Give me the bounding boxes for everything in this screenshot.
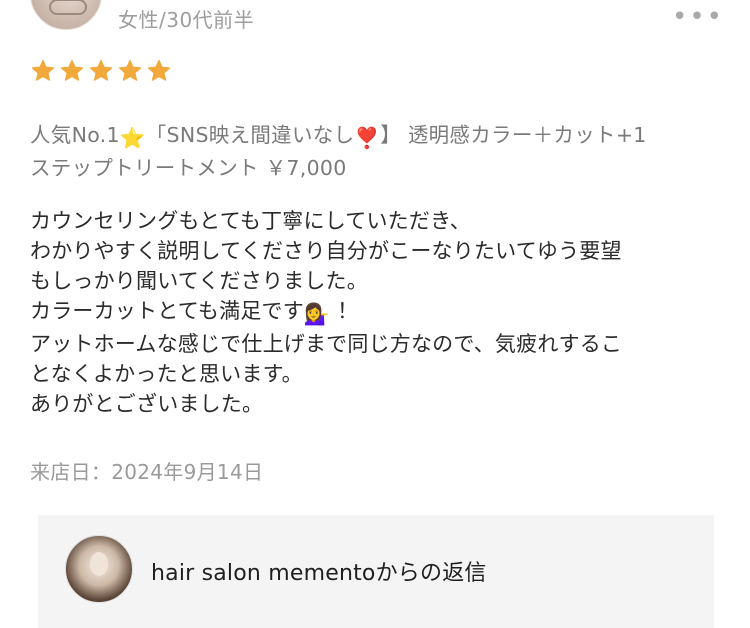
review-line: ありがとございました。 — [30, 392, 264, 416]
star-icon — [60, 59, 84, 81]
reply-title: hair salon mementoからの返信 — [151, 561, 487, 586]
salon-avatar — [65, 535, 133, 603]
menu-title-part1: 人気No.1 — [30, 123, 120, 147]
star-icon — [147, 59, 171, 81]
review-line: わかりやすく説明してくださり自分がこーなりたいてゆう要望 — [30, 239, 622, 263]
star-icon — [31, 59, 55, 81]
star-icon — [89, 59, 113, 81]
reviewer-meta: 女性/30代前半 — [118, 8, 255, 32]
review-line: アットホームな感じで仕上げまで同じ方なので、気疲れするこ — [30, 332, 623, 356]
star-icon — [118, 59, 142, 81]
heart-exclamation-icon: ❣️ — [354, 126, 381, 150]
star-emoji-icon: ⭐ — [119, 126, 146, 150]
menu-title-part3: 】 透明感カラー＋カット+1 — [380, 123, 647, 147]
review-line: カウンセリングもとても丁寧にしていただき、 — [30, 209, 471, 233]
review-line: もしっかり聞いてくださりました。 — [30, 269, 368, 293]
review-line-suffix: ！ — [330, 299, 359, 323]
review-line-text: カラーカットとても満足です — [30, 299, 304, 323]
rating-stars — [30, 58, 172, 84]
review-line: となくよかったと思います。 — [30, 362, 303, 386]
review-card: 女性/30代前半 ••• 人気No.1⭐「SNS映え間違いなし❣️】 透明感カラ… — [0, 0, 750, 628]
salon-avatar-face — [90, 552, 108, 576]
visit-date: 来店日：2024年9月14日 — [30, 460, 264, 484]
salon-reply-box[interactable]: hair salon mementoからの返信 — [38, 515, 714, 628]
person-tipping-hand-icon: 💁‍♀️ — [303, 302, 331, 326]
review-line: カラーカットとても満足です💁‍♀️ ！ — [30, 296, 730, 329]
menu-title-part2: 「SNS映え間違いなし — [145, 123, 355, 147]
glasses-graphic — [49, 0, 87, 15]
menu-title[interactable]: 人気No.1⭐「SNS映え間違いなし❣️】 透明感カラー＋カット+1 ステップト… — [30, 120, 725, 183]
review-body: カウンセリングもとても丁寧にしていただき、 わかりやすく説明してくださり自分がこ… — [30, 206, 730, 419]
menu-title-line2: ステップトリートメント ￥7,000 — [30, 156, 347, 180]
more-options-icon[interactable]: ••• — [672, 2, 724, 32]
reviewer-avatar — [30, 0, 102, 30]
